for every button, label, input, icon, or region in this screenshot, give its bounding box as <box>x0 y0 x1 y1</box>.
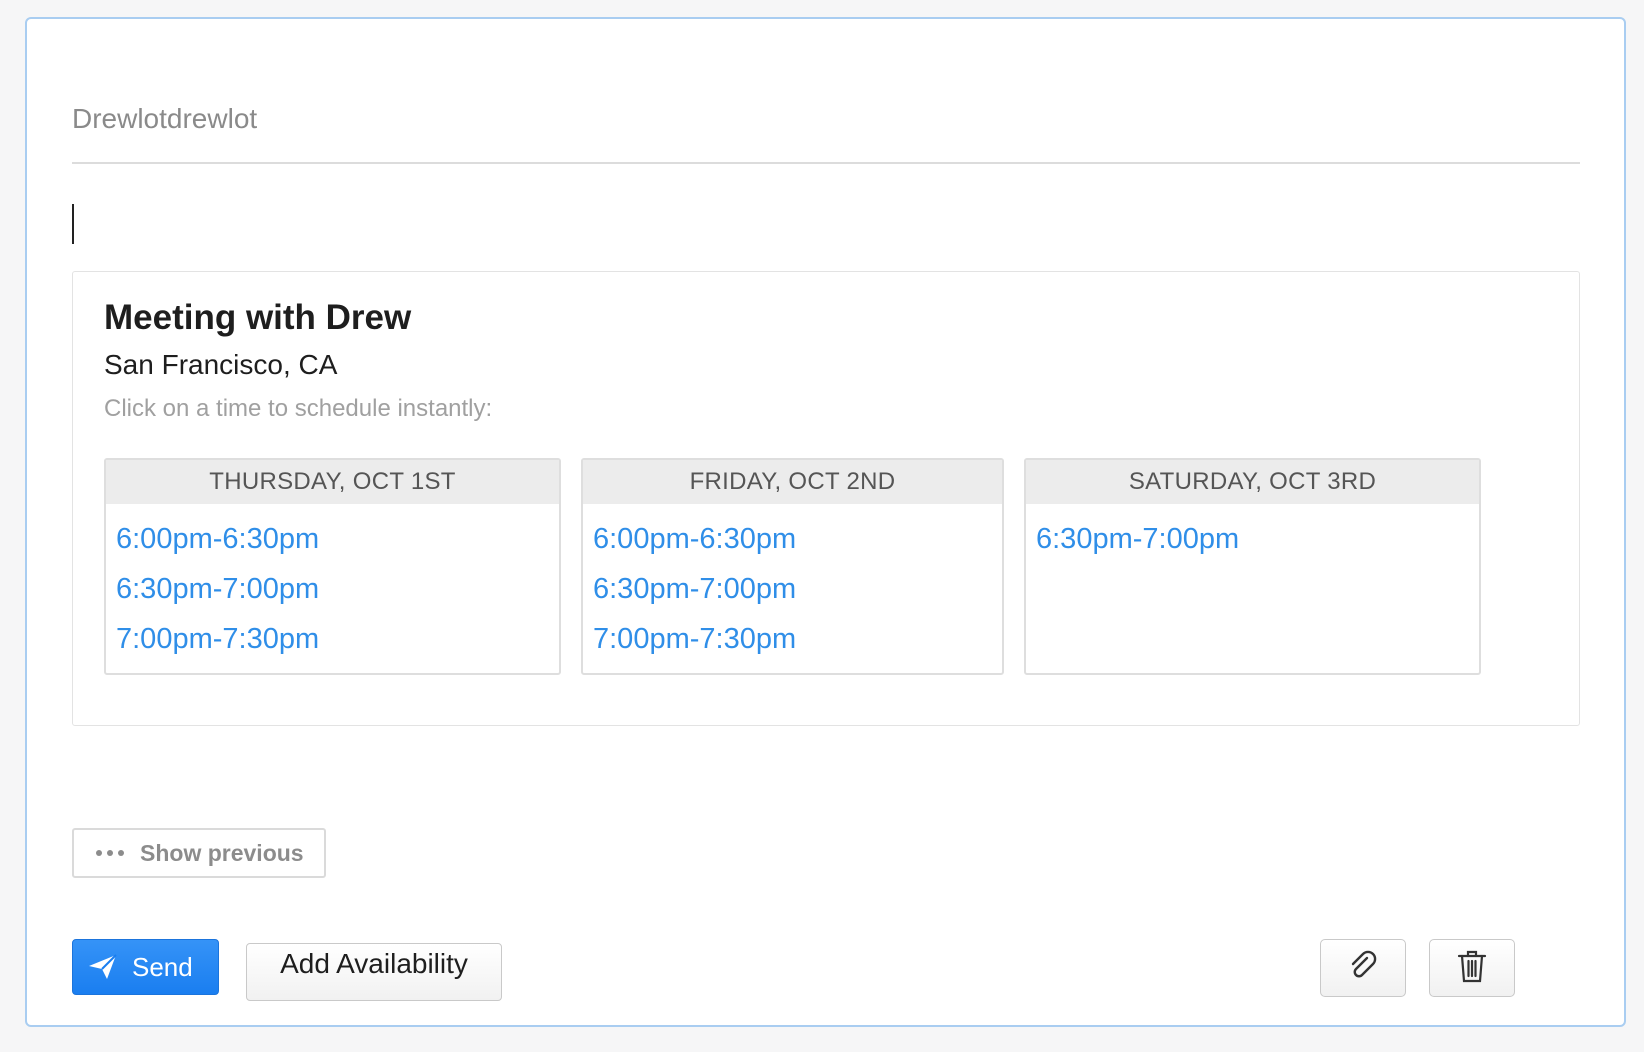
recipient-text[interactable]: Drewlotdrewlot <box>72 102 257 136</box>
recipient-field[interactable]: Drewlotdrewlot <box>72 102 1580 164</box>
time-slot-link[interactable]: 6:30pm-7:00pm <box>593 564 796 614</box>
trash-icon <box>1456 948 1488 989</box>
day-header: THURSDAY, OCT 1ST <box>106 460 559 504</box>
delete-button[interactable] <box>1429 939 1515 997</box>
time-slot-link[interactable]: 7:00pm-7:30pm <box>116 614 319 664</box>
day-header: FRIDAY, OCT 2ND <box>583 460 1002 504</box>
meeting-title: Meeting with Drew <box>104 298 412 337</box>
schedule-instruction: Click on a time to schedule instantly: <box>104 395 493 422</box>
day-column-thursday: THURSDAY, OCT 1ST 6:00pm-6:30pm 6:30pm-7… <box>104 458 561 675</box>
ellipsis-icon <box>96 850 124 856</box>
text-cursor <box>72 204 74 244</box>
attach-button[interactable] <box>1320 939 1406 997</box>
add-availability-button[interactable]: Add Availability <box>246 943 502 1001</box>
paper-plane-icon <box>88 953 118 981</box>
paperclip-icon <box>1345 948 1381 989</box>
send-button[interactable]: Send <box>72 939 219 995</box>
day-column-saturday: SATURDAY, OCT 3RD 6:30pm-7:00pm <box>1024 458 1481 675</box>
meeting-location: San Francisco, CA <box>104 349 338 380</box>
send-label: Send <box>132 951 193 982</box>
time-slot-link[interactable]: 6:30pm-7:00pm <box>116 564 319 614</box>
time-slot-link[interactable]: 6:00pm-6:30pm <box>116 514 319 564</box>
day-header: SATURDAY, OCT 3RD <box>1026 460 1479 504</box>
availability-card: Meeting with Drew San Francisco, CA Clic… <box>72 271 1580 726</box>
time-slot-link[interactable]: 7:00pm-7:30pm <box>593 614 796 664</box>
time-slot-link[interactable]: 6:30pm-7:00pm <box>1036 514 1239 564</box>
show-previous-button[interactable]: Show previous <box>72 828 326 878</box>
day-column-friday: FRIDAY, OCT 2ND 6:00pm-6:30pm 6:30pm-7:0… <box>581 458 1004 675</box>
time-slot-link[interactable]: 6:00pm-6:30pm <box>593 514 796 564</box>
show-previous-label: Show previous <box>140 839 304 866</box>
email-composer: Drewlotdrewlot Meeting with Drew San Fra… <box>25 17 1626 1027</box>
